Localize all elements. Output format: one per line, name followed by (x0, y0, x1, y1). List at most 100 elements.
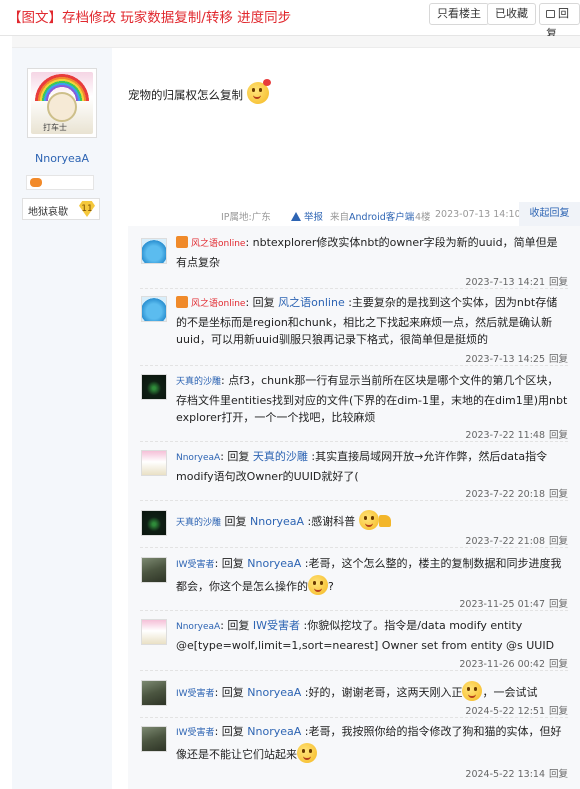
level-number: 11 (79, 201, 95, 217)
comment-body: 风之语online: nbtexplorer修改实体nbt的owner字段为新的… (176, 234, 568, 271)
comment-text-tail: ? (328, 579, 334, 593)
comment-body: 天真的沙雕 回复 NnoryeaA :感谢科普 (176, 510, 568, 533)
surprised-emoji-icon (297, 742, 317, 763)
user-level-icon (176, 236, 188, 248)
comment-divider (140, 610, 568, 611)
report-link[interactable]: 举报 (291, 209, 323, 223)
surprised-emoji-icon (462, 681, 483, 701)
comment-divider (140, 441, 568, 442)
comment-time-row: 2023-11-25 01:47 回复 (459, 596, 568, 610)
comment-body: 天真的沙雕: 点f3，chunk那一行有显示当前所在区块是哪个文件的第几个区块，… (176, 372, 568, 427)
comment-time: 2023-7-13 14:25 (465, 354, 545, 365)
post-text: 宠物的归属权怎么复制 (128, 88, 243, 102)
comment-divider (140, 717, 568, 718)
commenter-avatar[interactable] (141, 374, 167, 400)
comment-divider (140, 500, 568, 501)
comment-reply-link[interactable]: 回复 (549, 354, 568, 365)
commenter-name[interactable]: IW受害者 (176, 728, 215, 738)
comment-reply-link[interactable]: 回复 (549, 659, 568, 670)
commenter-name[interactable]: IW受害者 (176, 689, 215, 699)
commenter-avatar[interactable] (141, 619, 167, 645)
comment-body: IW受害者: 回复 NnoryeaA :好的，谢谢老哥，这两天刚入正 ，一会试试 (176, 681, 568, 704)
comment-time-row: 2023-7-22 20:18 回复 (465, 486, 568, 500)
reply-target[interactable]: NnoryeaA (247, 725, 301, 738)
comment-time-row: 2023-7-13 14:25 回复 (465, 351, 568, 365)
comment-text: :感谢科普 (304, 515, 356, 528)
commenter-name[interactable]: NnoryeaA (176, 622, 220, 632)
comment-reply-link[interactable]: 回复 (549, 489, 568, 500)
commenter-name[interactable]: 天真的沙雕 (176, 377, 221, 387)
comment-time: 2024-5-22 13:14 (465, 769, 545, 780)
comment-reply-link[interactable]: 回复 (549, 277, 568, 288)
thread-header: 【图文】存档修改 玩家数据复制/转移 进度同步 只看楼主 已收藏 回复 (0, 0, 580, 40)
commenter-avatar[interactable] (141, 238, 167, 264)
comment-reply-link[interactable]: 回复 (549, 706, 568, 717)
commenter-avatar[interactable] (141, 726, 167, 752)
comment-reply-link[interactable]: 回复 (549, 599, 568, 610)
post-source: 来自Android客户端 (330, 209, 414, 223)
reply-word: 回复 (249, 296, 279, 309)
post-content: 宠物的归属权怎么复制 (128, 79, 271, 104)
gamepad-icon (30, 178, 42, 187)
author-level[interactable]: 地狱哀歇 11 (22, 198, 100, 220)
commenter-avatar[interactable] (141, 510, 167, 536)
source-prefix: 来自 (330, 212, 350, 223)
android-client-link[interactable]: Android客户端 (349, 212, 414, 223)
collapse-replies-button[interactable]: 收起回复 (519, 202, 580, 226)
comment-divider (140, 365, 568, 366)
reply-target[interactable]: NnoryeaA (247, 686, 301, 699)
reply-button[interactable]: 回复 (539, 3, 580, 40)
comment-divider (140, 547, 568, 548)
reply-word: 回复 (218, 557, 248, 570)
avatar-face (47, 92, 77, 122)
comment-body: NnoryeaA: 回复 IW受害者 :你貌似挖坟了。指令是/data modi… (176, 617, 568, 654)
reply-target[interactable]: NnoryeaA (250, 515, 304, 528)
commenter-avatar[interactable] (141, 296, 167, 322)
thumbs-up-icon (378, 515, 391, 527)
reply-word: 回复 (223, 619, 253, 632)
comment-text-tail: ，一会试试 (482, 686, 538, 699)
author-avatar[interactable]: 打车士 (27, 68, 97, 138)
comment-time: 2023-7-22 11:48 (465, 430, 545, 441)
commenter-name[interactable]: 风之语online (191, 239, 245, 249)
commenter-name[interactable]: 风之语online (191, 299, 245, 309)
comment-reply-link[interactable]: 回复 (549, 536, 568, 547)
commenter-avatar[interactable] (141, 680, 167, 706)
reply-target[interactable]: NnoryeaA (247, 557, 301, 570)
reply-target[interactable]: 天真的沙雕 (253, 450, 308, 463)
favorited-button[interactable]: 已收藏 (487, 3, 536, 25)
reply-target[interactable]: 风之语online (278, 296, 345, 309)
author-badges (26, 175, 94, 190)
comment-time-row: 2023-7-13 14:21 回复 (465, 274, 568, 288)
reply-word: 回复 (221, 515, 251, 528)
post-date: 2023-07-13 14:10 (435, 209, 521, 220)
comment-time: 2023-7-22 20:18 (465, 489, 545, 500)
comment-body: IW受害者: 回复 NnoryeaA :老哥，我按照你给的指令修改了狗和猫的实体… (176, 723, 568, 763)
commenter-name[interactable]: NnoryeaA (176, 453, 220, 463)
comment-reply-link[interactable]: 回复 (549, 769, 568, 780)
commenter-name[interactable]: 天真的沙雕 (176, 518, 221, 528)
commenter-name[interactable]: IW受害者 (176, 560, 215, 570)
commenter-avatar[interactable] (141, 557, 167, 583)
comment-text: 点f3，chunk那一行有显示当前所在区块是哪个文件的第几个区块，存档文件里en… (176, 374, 568, 424)
comment-time: 2023-7-13 14:21 (465, 277, 545, 288)
comment-divider (140, 670, 568, 671)
comment-time: 2024-5-22 12:51 (465, 706, 545, 717)
reply-word: 回复 (223, 450, 253, 463)
only-op-button[interactable]: 只看楼主 (429, 3, 489, 25)
comment-time-row: 2023-11-26 00:42 回复 (459, 656, 568, 670)
comment-time: 2023-7-22 21:08 (465, 536, 545, 547)
comment-time-row: 2023-7-22 11:48 回复 (465, 427, 568, 441)
comment-time-row: 2023-7-22 21:08 回复 (465, 533, 568, 547)
grin-emoji-icon (358, 510, 379, 530)
comment-reply-link[interactable]: 回复 (549, 430, 568, 441)
reply-icon (546, 10, 555, 18)
report-label: 举报 (304, 212, 324, 223)
avatar-text: 打车士 (43, 123, 67, 132)
comment-text: :好的，谢谢老哥，这两天刚入正 (301, 686, 463, 699)
reply-target[interactable]: IW受害者 (253, 619, 300, 632)
confused-emoji-icon (308, 574, 328, 595)
author-name[interactable]: NnoryeaA (12, 152, 112, 165)
comment-time-row: 2024-5-22 13:14 回复 (465, 766, 568, 780)
commenter-avatar[interactable] (141, 450, 167, 476)
